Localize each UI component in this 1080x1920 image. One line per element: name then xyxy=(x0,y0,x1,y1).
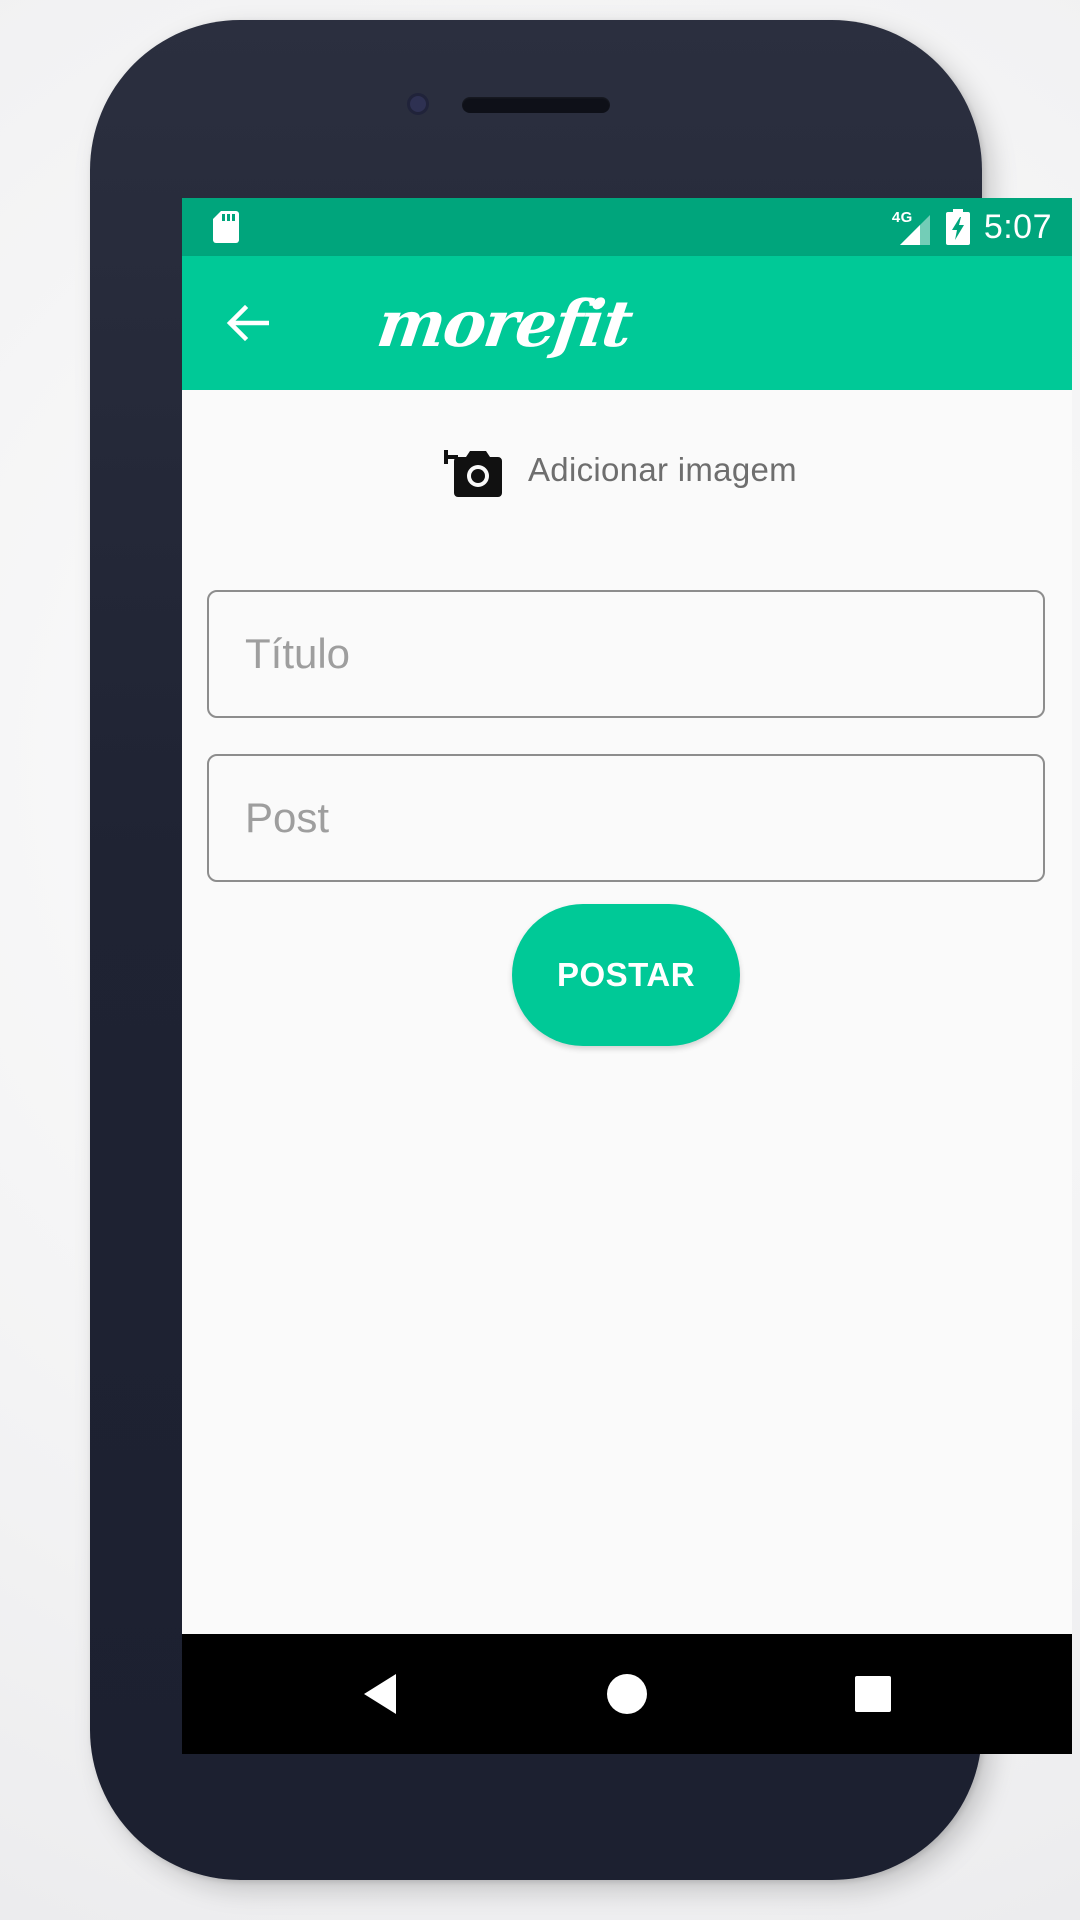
phone-frame: 4G 5:07 morefit Adicionar imagem Título … xyxy=(90,20,1072,1880)
nav-back-button[interactable] xyxy=(350,1664,410,1724)
navigation-bar xyxy=(182,1634,1072,1754)
nav-recents-icon xyxy=(855,1676,891,1712)
arrow-back-icon xyxy=(226,304,269,342)
post-field xyxy=(207,754,1045,882)
nav-home-icon xyxy=(607,1674,647,1714)
signal-icon: 4G xyxy=(892,209,932,245)
title-input[interactable] xyxy=(245,630,1043,678)
nav-home-button[interactable] xyxy=(597,1664,657,1724)
create-post-form: Adicionar imagem POSTAR xyxy=(182,390,1072,1634)
add-image-button[interactable]: Adicionar imagem xyxy=(444,440,797,500)
nav-back-icon xyxy=(364,1674,396,1714)
earpiece-speaker xyxy=(462,97,610,113)
add-image-label: Adicionar imagem xyxy=(528,451,797,488)
post-input[interactable] xyxy=(245,794,1043,842)
front-camera xyxy=(410,96,426,112)
status-bar: 4G 5:07 xyxy=(182,198,1072,256)
sd-card-icon xyxy=(213,211,239,243)
title-field xyxy=(207,590,1045,718)
status-icons: 4G 5:07 xyxy=(892,198,1052,256)
back-button[interactable] xyxy=(222,298,272,348)
nav-recents-button[interactable] xyxy=(843,1664,903,1724)
status-clock: 5:07 xyxy=(983,207,1052,246)
phone-screen: 4G 5:07 morefit Adicionar imagem Título … xyxy=(182,198,1072,1754)
app-bar: morefit xyxy=(182,256,1072,390)
app-logo: morefit xyxy=(372,287,636,362)
post-button[interactable]: POSTAR xyxy=(512,904,740,1046)
add-a-photo-icon xyxy=(444,450,502,497)
battery-charging-icon xyxy=(945,209,970,245)
